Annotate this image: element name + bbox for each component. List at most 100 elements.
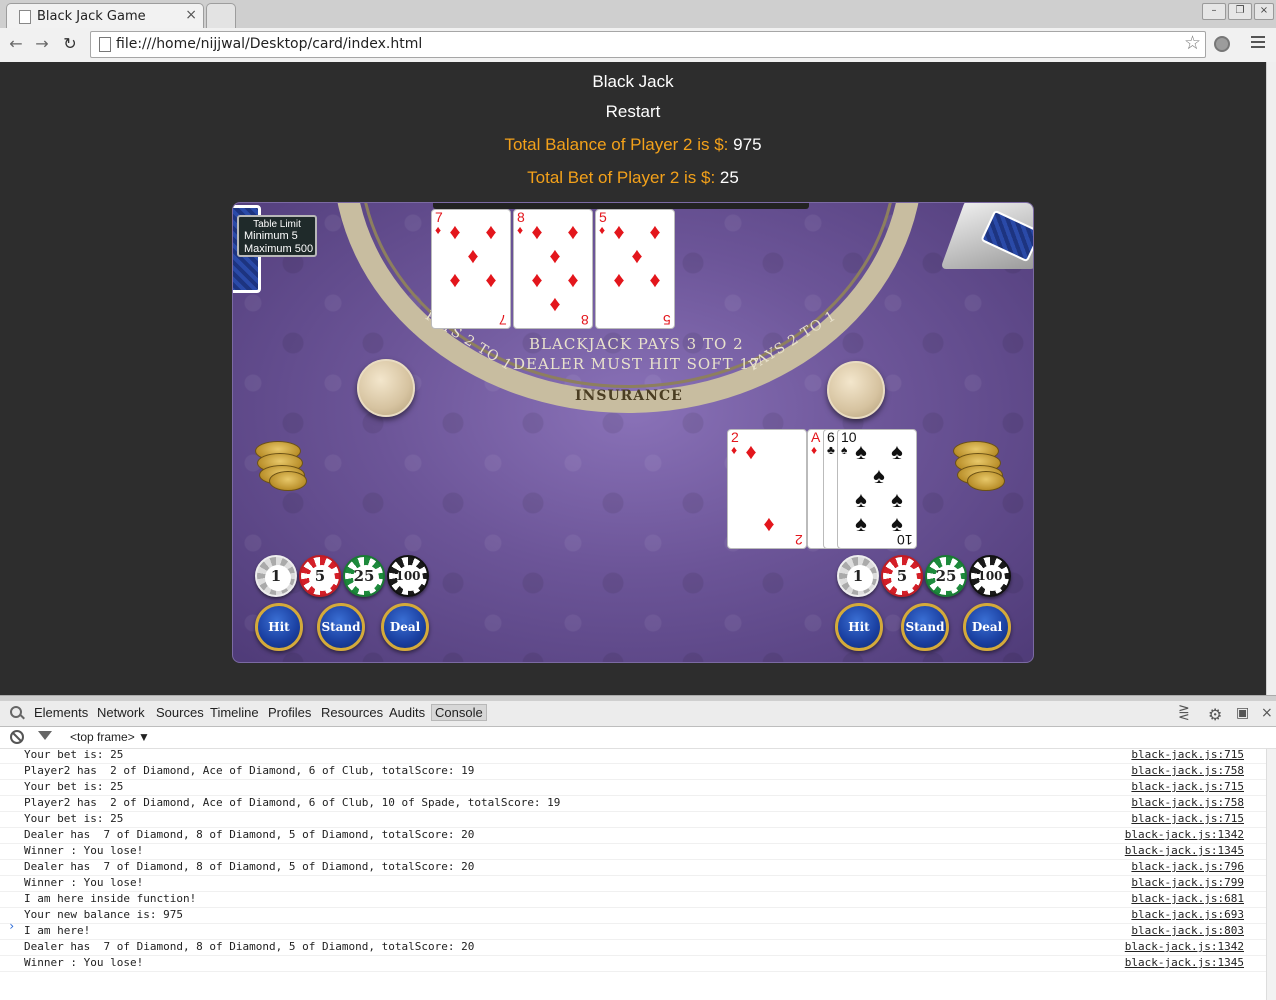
console-log-row: Your bet is: 25 black-jack.js:715 — [0, 811, 1266, 828]
console-log-source-link[interactable]: black-jack.js:796 — [1131, 860, 1244, 873]
clear-console-icon[interactable] — [10, 730, 24, 744]
console-log-source-link[interactable]: black-jack.js:803 — [1131, 924, 1244, 937]
console-scrollbar[interactable] — [1266, 749, 1276, 1000]
tab-audits[interactable]: Audits — [389, 705, 425, 720]
console-log-source-link[interactable]: black-jack.js:799 — [1131, 876, 1244, 889]
restart-link[interactable]: Restart — [0, 102, 1266, 122]
console-toolbar: <top frame> ▼ — [0, 727, 1276, 749]
console-log-source-link[interactable]: black-jack.js:1345 — [1125, 956, 1244, 969]
tab-sources[interactable]: Sources — [156, 705, 204, 720]
browser-toolbar: ← → ↻ file:///home/nijjwal/Desktop/card/… — [0, 28, 1276, 62]
reload-icon[interactable]: ↻ — [60, 34, 80, 54]
console-log-row: Your bet is: 25 black-jack.js:715 — [0, 779, 1266, 796]
console-output: Your bet is: 25 black-jack.js:715 Player2 … — [0, 749, 1266, 1000]
filter-icon[interactable] — [38, 731, 52, 740]
console-log-row: Dealer has 7 of Diamond, 8 of Diamond, 5… — [0, 859, 1266, 876]
card-suit-icon: ♦ — [517, 223, 524, 237]
console-log-source-link[interactable]: black-jack.js:1342 — [1125, 828, 1244, 841]
console-log-row: Your bet is: 25 black-jack.js:715 — [0, 749, 1266, 764]
card-rank-bottom: 7 — [499, 312, 507, 328]
drawer-icon[interactable]: ⋛ — [1178, 705, 1190, 721]
page-scrollbar[interactable] — [1266, 62, 1276, 695]
console-log-message: Dealer has 7 of Diamond, 8 of Diamond, 5… — [24, 860, 475, 873]
chip-25-right[interactable]: 25 — [925, 555, 967, 597]
bookmark-star-icon[interactable]: ☆ — [1184, 32, 1201, 54]
console-log-source-link[interactable]: black-jack.js:1342 — [1125, 940, 1244, 953]
bet-circle-right[interactable] — [827, 361, 885, 419]
table-limit-max: Maximum 500 — [244, 243, 314, 255]
chip-100-right[interactable]: 100 — [969, 555, 1011, 597]
page-favicon-icon — [19, 10, 31, 24]
console-log-source-link[interactable]: black-jack.js:758 — [1131, 764, 1244, 777]
card-rank-bottom: 2 — [795, 532, 803, 548]
inspect-search-icon[interactable] — [10, 706, 22, 718]
tab-black-jack[interactable]: Black Jack Game × — [6, 3, 204, 29]
console-prompt[interactable]: › — [8, 919, 15, 933]
console-log-source-link[interactable]: black-jack.js:681 — [1131, 892, 1244, 905]
tab-network[interactable]: Network — [97, 705, 145, 720]
address-bar[interactable]: file:///home/nijjwal/Desktop/card/index.… — [90, 31, 1206, 58]
console-log-message: Dealer has 7 of Diamond, 8 of Diamond, 5… — [24, 940, 475, 953]
tab-close-icon[interactable]: × — [185, 7, 197, 23]
chip-100-left[interactable]: 100 — [387, 555, 429, 597]
settings-gear-icon[interactable]: ⚙ — [1208, 705, 1222, 724]
hit-button-left[interactable]: Hit — [255, 603, 303, 651]
devtools-panel: Elements Network Sources Timeline Profil… — [0, 701, 1276, 1000]
chip-25-left[interactable]: 25 — [343, 555, 385, 597]
chip-5-left[interactable]: 5 — [299, 555, 341, 597]
chip-stack-left — [255, 431, 313, 491]
tab-profiles[interactable]: Profiles — [268, 705, 311, 720]
balance-line: Total Balance of Player 2 is $: 975 — [0, 135, 1266, 155]
console-log-row: Player2 has 2 of Diamond, Ace of Diamond… — [0, 763, 1266, 780]
forward-icon[interactable]: → — [32, 34, 52, 54]
page-title: Black Jack — [592, 72, 674, 91]
console-log-row: I am here! black-jack.js:803 — [0, 923, 1266, 940]
console-log-source-link[interactable]: black-jack.js:715 — [1131, 780, 1244, 793]
tab-timeline[interactable]: Timeline — [210, 705, 259, 720]
chip-1-left[interactable]: 1 — [255, 555, 297, 597]
chip-5-right[interactable]: 5 — [881, 555, 923, 597]
chip-1-right[interactable]: 1 — [837, 555, 879, 597]
console-log-row: Player2 has 2 of Diamond, Ace of Diamond… — [0, 795, 1266, 812]
tab-elements[interactable]: Elements — [34, 705, 88, 720]
card-pips: ♦ ♦ — [745, 439, 775, 536]
bet-circle-left[interactable] — [357, 359, 415, 417]
deal-button-right[interactable]: Deal — [963, 603, 1011, 651]
close-window-icon[interactable]: × — [1254, 3, 1274, 20]
extension-icon[interactable] — [1214, 36, 1230, 52]
console-log-row: Dealer has 7 of Diamond, 8 of Diamond, 5… — [0, 827, 1266, 844]
dealer-card: 7 ♦ ♦ ♦ ♦ ♦ ♦ 7 — [431, 209, 511, 329]
console-log-message: Your bet is: 25 — [24, 749, 124, 761]
blackjack-table: PAYS 2 TO 1 PAYS 2 TO 1 BLACKJACK PAYS 3… — [232, 202, 1034, 663]
card-suit-icon: ♦ — [599, 223, 606, 237]
minimize-icon[interactable]: – — [1202, 3, 1226, 20]
console-log-source-link[interactable]: black-jack.js:1345 — [1125, 844, 1244, 857]
restore-icon[interactable]: ❐ — [1228, 3, 1252, 20]
card-pips: ♦ ♦ ♦ ♦ ♦ ♦ — [531, 219, 579, 316]
card-pips: ♦ ♦ ♦ ♦ ♦ — [613, 219, 661, 292]
deal-button-left[interactable]: Deal — [381, 603, 429, 651]
console-log-source-link[interactable]: black-jack.js:715 — [1131, 812, 1244, 825]
console-log-source-link[interactable]: black-jack.js:758 — [1131, 796, 1244, 809]
balance-label: Total Balance of Player 2 is $: — [504, 135, 729, 154]
card-pips: ♠ ♠ ♠ ♠ ♠ ♠ ♠ — [855, 439, 903, 536]
console-log-message: Your new balance is: 975 — [24, 908, 183, 921]
back-icon[interactable]: ← — [6, 34, 26, 54]
hit-button-right[interactable]: Hit — [835, 603, 883, 651]
bet-line: Total Bet of Player 2 is $: 25 — [0, 168, 1266, 188]
card-suit-icon: ♣ — [827, 443, 835, 457]
console-log-source-link[interactable]: black-jack.js:693 — [1131, 908, 1244, 921]
console-log-message: Winner : You lose! — [24, 876, 144, 889]
url-text[interactable]: file:///home/nijjwal/Desktop/card/index.… — [116, 36, 422, 52]
stand-button-right[interactable]: Stand — [901, 603, 949, 651]
tab-console[interactable]: Console — [431, 704, 487, 721]
tab-resources[interactable]: Resources — [321, 705, 383, 720]
stand-button-left[interactable]: Stand — [317, 603, 365, 651]
console-log-source-link[interactable]: black-jack.js:715 — [1131, 749, 1244, 761]
dock-icon[interactable]: ▣ — [1236, 705, 1249, 721]
dealer-card: 5 ♦ ♦ ♦ ♦ ♦ ♦ 5 — [595, 209, 675, 329]
menu-icon[interactable] — [1251, 36, 1265, 51]
frame-select[interactable]: <top frame> ▼ — [70, 730, 150, 744]
devtools-close-icon[interactable]: × — [1261, 705, 1273, 721]
new-tab-button[interactable] — [206, 3, 236, 29]
